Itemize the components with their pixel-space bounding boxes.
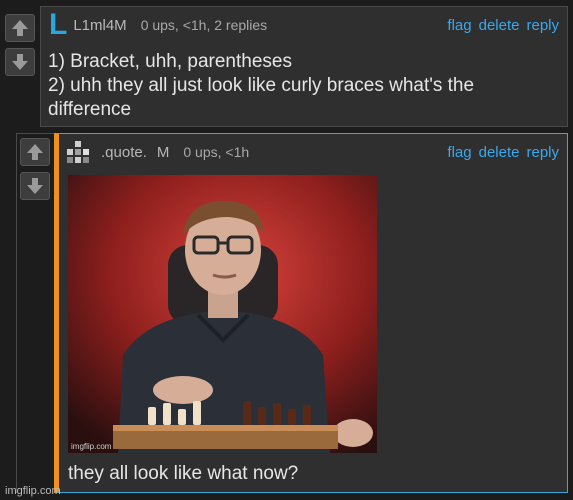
comment-line: difference [48,99,132,120]
vote-column-1 [5,14,35,76]
comment-2: .quote. M 0 ups, <1h flag delete reply i… [54,133,568,493]
comment-actions: flag delete reply [447,144,559,161]
delete-link[interactable]: delete [479,144,520,161]
comment-1: L L1ml4M 0 ups, <1h, 2 replies flag dele… [40,6,568,127]
arrow-up-icon [12,20,28,36]
comment-meta: 0 ups, <1h [183,144,250,160]
comment-line: 1) Bracket, uhh, parentheses [48,51,292,72]
comment-text: 1) Bracket, uhh, parentheses 2) uhh they… [48,50,474,122]
upvote-button[interactable] [20,138,50,166]
upvote-button[interactable] [5,14,35,42]
user-avatar[interactable]: L [49,10,67,40]
downvote-button[interactable] [20,172,50,200]
mod-badge: M [156,143,170,161]
flag-link[interactable]: flag [447,144,471,161]
site-watermark: imgflip.com [5,485,61,497]
flag-link[interactable]: flag [447,17,471,34]
comment-header: .quote. M 0 ups, <1h flag delete reply [59,134,567,170]
comment-meta: 0 ups, <1h, 2 replies [140,17,268,33]
reply-link[interactable]: reply [526,144,559,161]
username[interactable]: .quote. [101,144,147,161]
reply-link[interactable]: reply [526,17,559,34]
arrow-down-icon [12,54,28,70]
comment-text: they all look like what now? [68,463,299,484]
comment-header: L L1ml4M 0 ups, <1h, 2 replies flag dele… [41,7,567,43]
downvote-button[interactable] [5,48,35,76]
comment-line: 2) uhh they all just look like curly bra… [48,75,475,96]
username[interactable]: L1ml4M [73,17,126,34]
image-watermark: imgflip.com [71,442,112,451]
arrow-up-icon [27,144,43,160]
chess-player-photo [68,175,377,453]
vote-column-2 [20,138,50,200]
meme-image[interactable]: imgflip.com [68,175,377,453]
delete-link[interactable]: delete [479,17,520,34]
user-avatar-icon[interactable] [65,139,95,165]
arrow-down-icon [27,178,43,194]
comment-actions: flag delete reply [447,17,559,34]
